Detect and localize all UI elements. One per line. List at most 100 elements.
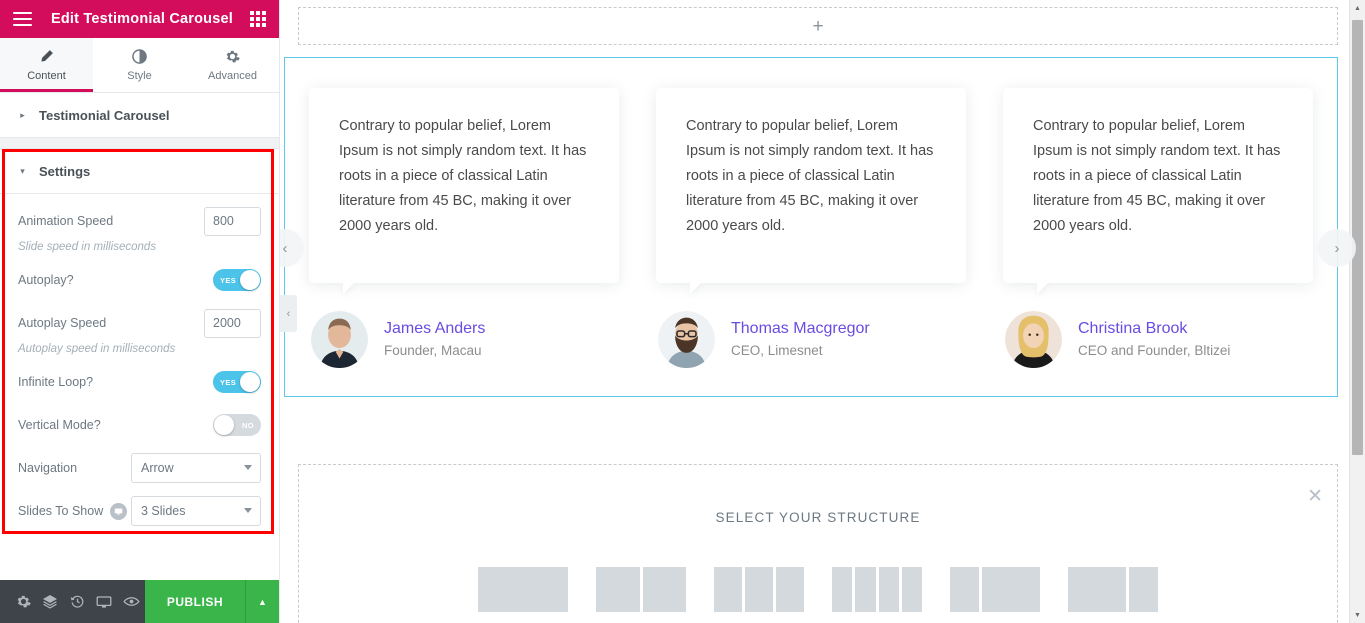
section-testimonial-carousel-label: Testimonial Carousel [39,107,170,123]
select-structure-panel: ✕ SELECT YOUR STRUCTURE [298,464,1338,623]
control-autoplay-speed: Autoplay Speed [18,308,261,338]
structure-preset-four-columns[interactable] [832,567,922,612]
autoplay-speed-label: Autoplay Speed [18,316,107,330]
structure-preset-two-columns[interactable] [596,567,686,612]
scroll-down-arrow-icon[interactable]: ▼ [1350,607,1365,623]
autoplay-toggle[interactable]: YES [213,269,261,291]
vertical-mode-toggle[interactable]: NO [213,414,261,436]
tab-style[interactable]: Style [93,38,186,92]
animation-speed-description: Slide speed in milliseconds [18,241,157,253]
scrollbar-thumb[interactable] [1352,20,1363,455]
testimonial-quote: Contrary to popular belief, Lorem Ipsum … [339,118,587,234]
panel-header: Edit Testimonial Carousel [0,0,279,38]
autoplay-speed-description: Autoplay speed in milliseconds [18,343,176,355]
add-new-section-top[interactable]: + [298,7,1338,45]
panel-body: ▸ Testimonial Carousel ▾ Settings Animat… [0,93,279,580]
control-infinite-loop: Infinite Loop? YES [18,367,261,397]
testimonial-bubble: Contrary to popular belief, Lorem Ipsum … [1003,88,1313,283]
control-autoplay: Autoplay? YES [18,265,261,295]
settings-controls: Animation Speed Slide speed in milliseco… [0,194,279,555]
page-title: Edit Testimonial Carousel [51,11,233,27]
structure-preset-left-third-right-two-thirds[interactable] [950,567,1040,612]
scroll-up-arrow-icon[interactable]: ▲ [1350,0,1365,16]
toggle-knob [240,270,260,290]
animation-speed-label: Animation Speed [18,214,114,228]
testimonial-carousel-section[interactable]: ‹ › Contrary to popular belief, Lorem Ip… [280,57,1356,397]
testimonial-name[interactable]: Thomas Macgregor [731,318,870,340]
half-circle-icon [132,48,147,64]
slides-to-show-select[interactable]: 3 Slides [131,496,261,526]
eye-icon[interactable] [118,580,145,623]
tab-content[interactable]: Content [0,38,93,92]
structure-preset-one-column[interactable] [478,567,568,612]
testimonial-bubble: Contrary to popular belief, Lorem Ipsum … [309,88,619,283]
toggle-knob [214,415,234,435]
close-icon[interactable]: ✕ [1307,487,1323,506]
gear-icon[interactable] [10,580,37,623]
structure-preset-left-two-thirds-right-third[interactable] [1068,567,1158,612]
slides-to-show-label: Slides To Show [18,504,104,518]
editor-panel: Edit Testimonial Carousel Content Style [0,0,280,623]
testimonial-identity: Thomas Macgregor CEO, Limesnet [731,318,870,362]
navigation-select[interactable]: Arrow [131,453,261,483]
publish-button[interactable]: PUBLISH [144,580,246,623]
infinite-loop-toggle[interactable]: YES [213,371,261,393]
apps-grid-icon[interactable] [250,11,266,27]
control-slides-to-show: Slides To Show 3 Slides [18,496,261,526]
desktop-icon[interactable] [110,502,128,520]
publish-options-caret-icon[interactable]: ▲ [245,580,280,623]
slides-to-show-label-wrap: Slides To Show [18,502,128,520]
panel-collapse-handle[interactable]: ‹ [280,295,297,332]
carousel-next-arrow[interactable]: › [1318,229,1356,267]
settings-group: ▾ Settings Animation Speed Slide speed i… [0,149,279,555]
carousel-track: Contrary to popular belief, Lorem Ipsum … [285,58,1337,396]
tab-advanced-label: Advanced [208,70,257,82]
testimonial-person: Thomas Macgregor CEO, Limesnet [656,311,966,368]
testimonial-identity: James Anders Founder, Macau [384,318,485,362]
elementor-editor: Edit Testimonial Carousel Content Style [0,0,1365,623]
testimonial-person: James Anders Founder, Macau [309,311,619,368]
testimonial-quote: Contrary to popular belief, Lorem Ipsum … [1033,118,1281,234]
control-animation-speed: Animation Speed [18,206,261,236]
testimonial-person: Christina Brook CEO and Founder, Bltizei [1003,311,1313,368]
panel-divider [0,138,279,149]
testimonial-role: CEO and Founder, Bltizei [1078,343,1231,359]
vertical-mode-toggle-state: NO [241,420,254,430]
testimonial-role: CEO, Limesnet [731,343,823,359]
slides-to-show-select-wrap: 3 Slides [131,496,261,526]
layers-icon[interactable] [37,580,64,623]
canvas-scrollbar[interactable]: ▲ ▼ [1349,0,1365,623]
tab-advanced[interactable]: Advanced [186,38,279,92]
testimonial-quote: Contrary to popular belief, Lorem Ipsum … [686,118,934,234]
history-icon[interactable] [64,580,91,623]
animation-speed-input[interactable] [204,206,261,236]
testimonial-identity: Christina Brook CEO and Founder, Bltizei [1078,318,1230,362]
editor-canvas: + ‹ › Contrary to popular belief, Lorem … [280,0,1365,623]
testimonial-name[interactable]: James Anders [384,318,485,340]
tab-content-label: Content [27,70,66,82]
hamburger-icon[interactable] [13,12,32,26]
testimonial-slide: Contrary to popular belief, Lorem Ipsum … [1003,88,1313,396]
testimonial-slide: Contrary to popular belief, Lorem Ipsum … [656,88,966,396]
infinite-loop-label: Infinite Loop? [18,375,94,389]
chevron-right-icon: ▸ [20,109,25,120]
desktop-icon[interactable] [91,580,118,623]
gear-icon [225,48,240,64]
testimonial-name[interactable]: Christina Brook [1078,318,1230,340]
autoplay-label: Autoplay? [18,273,74,287]
section-settings[interactable]: ▾ Settings [0,149,279,194]
section-settings-label: Settings [39,163,91,179]
autoplay-speed-input[interactable] [204,308,261,338]
avatar [311,311,368,368]
control-navigation: Navigation Arrow [18,453,261,483]
infinite-loop-toggle-state: YES [220,377,237,387]
testimonial-role: Founder, Macau [384,343,482,359]
navigation-label: Navigation [18,461,78,475]
tab-style-label: Style [127,70,152,82]
section-testimonial-carousel[interactable]: ▸ Testimonial Carousel [0,93,279,138]
vertical-mode-label: Vertical Mode? [18,418,101,432]
testimonial-slide: Contrary to popular belief, Lorem Ipsum … [309,88,619,396]
avatar [658,311,715,368]
control-vertical-mode: Vertical Mode? NO [18,410,261,440]
structure-preset-three-columns[interactable] [714,567,804,612]
